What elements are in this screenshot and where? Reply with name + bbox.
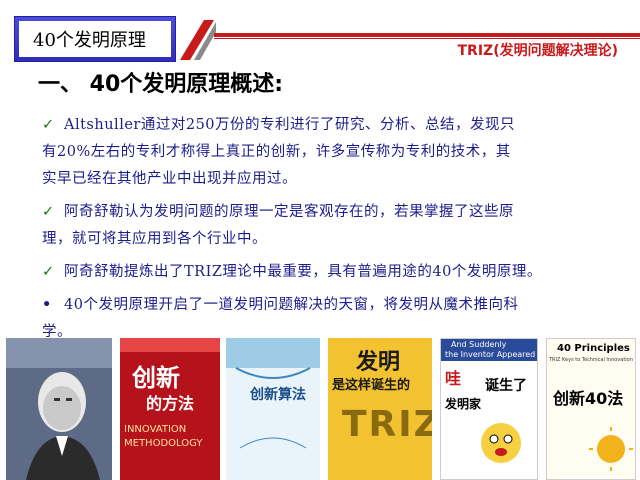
check-icon: ✓ <box>42 204 55 220</box>
book-strip: 创新 的方法 INNOVATION METHODOLOGY 创新算法 发明 是这… <box>0 338 640 480</box>
paragraph-2: ✓ 阿奇舒勒认为发明问题的原理一定是客观存在的，若果掌握了这些原 理，就可将其应用… <box>42 199 622 253</box>
book-english-title: INNOVATION <box>124 424 187 435</box>
book-subtitle: 的方法 <box>146 394 195 413</box>
dot-icon: • <box>42 297 52 313</box>
header-rule-thin <box>214 38 640 39</box>
paragraph-line: 有20%左右的专利才称得上真正的创新，许多宣传称为专利的技术，其 <box>42 144 511 160</box>
paragraph-1: ✓ Altshuller通过对250万份的专利进行了研究、分析、总结，发现只 有2… <box>42 112 622 193</box>
sun-graphic <box>589 427 633 471</box>
cartoon-face-graphic <box>481 423 521 463</box>
book-40-principles: 40 Principles TRIZ Keys to Technical Inn… <box>546 338 636 480</box>
subject-title: TRIZ(发明问题解决理论) <box>457 43 619 59</box>
book-logo-text: TRIZ <box>342 404 432 445</box>
decorative-stripes-icon <box>180 20 216 60</box>
book-title: 创新算法 <box>250 387 306 403</box>
portrait-image <box>6 338 112 480</box>
paragraph-line: Altshuller通过对250万份的专利进行了研究、分析、总结，发现只 <box>64 117 516 133</box>
book-portrait <box>6 338 112 480</box>
paragraph-3: ✓ 阿奇舒勒提炼出了TRIZ理论中最重要，具有普遍用途的40个发明原理。 <box>42 259 622 286</box>
swirl-graphic <box>235 367 311 449</box>
book-how-invention-born: 发明 是这样诞生的 TRIZ <box>328 338 432 480</box>
content-area: ✓ Altshuller通过对250万份的专利进行了研究、分析、总结，发现只 有2… <box>42 112 622 352</box>
section-tab-title: 40个发明原理 <box>33 30 146 51</box>
book-inventor-born: And Suddenly the Inventor Appeared 哇 发明家… <box>440 338 538 480</box>
paragraph-line: 阿奇舒勒认为发明问题的原理一定是客观存在的，若果掌握了这些原 <box>64 204 514 220</box>
book-title: 创新 <box>132 364 180 392</box>
paragraph-line: 实早已经在其他产业中出现并应用过。 <box>42 171 297 187</box>
page-heading: 一、 40个发明原理概述: <box>38 72 284 97</box>
book-subtitle: 是这样诞生的 <box>332 378 411 393</box>
section-tab: 40个发明原理 <box>14 16 176 62</box>
book-innovation-algorithm: 创新算法 <box>226 338 320 480</box>
book-english-subtitle: METHODOLOGY <box>124 438 203 449</box>
section-tab-inner: 40个发明原理 <box>19 21 171 57</box>
book-innovation-method: 创新 的方法 INNOVATION METHODOLOGY <box>120 338 220 480</box>
paragraph-line: 阿奇舒勒提炼出了TRIZ理论中最重要，具有普遍用途的40个发明原理。 <box>64 264 542 280</box>
paragraph-line: 40个发明原理开启了一道发明问题解决的天窗，将发明从魔术推向科 <box>64 297 519 313</box>
paragraph-line: 理，就可将其应用到各个行业中。 <box>42 231 267 247</box>
check-icon: ✓ <box>42 264 55 280</box>
book-title: 发明 <box>356 350 401 375</box>
header-rule <box>214 33 640 37</box>
check-icon: ✓ <box>42 117 55 133</box>
